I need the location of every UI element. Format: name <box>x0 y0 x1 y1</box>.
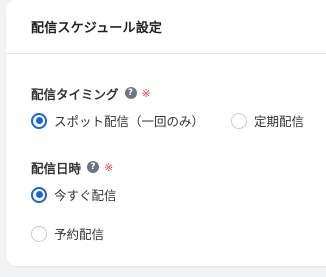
radio-scheduled-delivery-label: 予約配信 <box>54 227 105 242</box>
delivery-datetime-label: 配信日時 <box>31 160 82 176</box>
card-header: 配信スケジュール設定 <box>6 0 326 54</box>
delivery-timing-label-row: 配信タイミング ? ※ <box>31 84 304 102</box>
help-icon[interactable]: ? <box>87 161 100 173</box>
radio-checked-icon <box>31 112 47 129</box>
radio-unchecked-icon <box>31 225 47 242</box>
radio-spot-delivery[interactable]: スポット配信（一回のみ） <box>31 111 204 130</box>
delivery-datetime-label-row: 配信日時 ? ※ <box>31 158 117 176</box>
required-mark: ※ <box>141 86 151 100</box>
delivery-timing-section: 配信タイミング ? ※ スポット配信（一回のみ） 定期配信 <box>31 84 304 130</box>
delivery-datetime-section: 配信日時 ? ※ 今すぐ配信 予約配信 <box>31 158 117 243</box>
card-title: 配信スケジュール設定 <box>31 21 163 36</box>
radio-scheduled-delivery[interactable]: 予約配信 <box>31 224 117 243</box>
radio-spot-delivery-label: スポット配信（一回のみ） <box>54 114 205 129</box>
required-mark: ※ <box>104 160 114 174</box>
radio-periodic-delivery-label: 定期配信 <box>254 114 305 129</box>
delivery-timing-label: 配信タイミング <box>31 86 119 102</box>
delivery-timing-options: スポット配信（一回のみ） 定期配信 <box>31 111 304 130</box>
radio-send-now-label: 今すぐ配信 <box>54 188 117 203</box>
radio-checked-icon <box>31 186 47 203</box>
radio-send-now[interactable]: 今すぐ配信 <box>31 185 117 204</box>
help-icon[interactable]: ? <box>124 87 137 99</box>
radio-unchecked-icon <box>231 112 248 129</box>
radio-periodic-delivery[interactable]: 定期配信 <box>231 111 304 130</box>
schedule-settings-card: 配信スケジュール設定 配信タイミング ? ※ スポット配信（一回のみ） 定期配信… <box>6 0 326 266</box>
